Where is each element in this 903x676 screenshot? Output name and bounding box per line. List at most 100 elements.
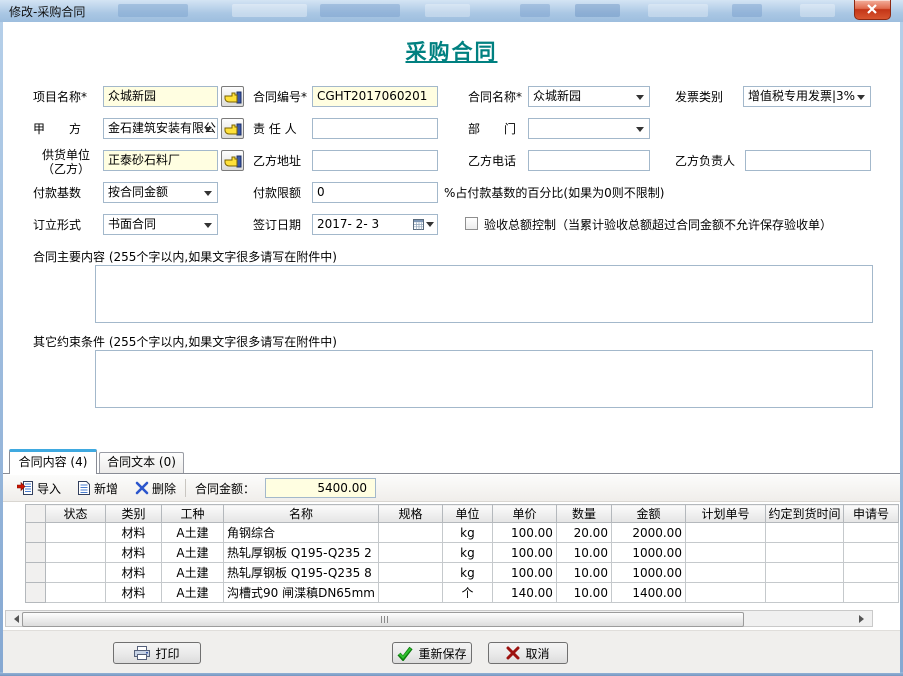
cell[interactable]: 1000.00 (611, 543, 685, 563)
table-row[interactable]: 材料A土建沟槽式90 闸渫稹DN65mm 个140.0010.001400.00 (26, 583, 899, 603)
cell[interactable] (843, 563, 898, 583)
cell[interactable]: A土建 (162, 543, 224, 563)
party-a-picker-button[interactable] (221, 118, 244, 139)
cell[interactable] (685, 563, 765, 583)
partyb-address-input[interactable] (312, 150, 438, 171)
print-button[interactable]: 打印 (113, 642, 201, 664)
cell[interactable]: kg (442, 563, 492, 583)
table-row[interactable]: 材料A土建热轧厚钢板 Q195-Q235 8 kg100.0010.001000.… (26, 563, 899, 583)
cell[interactable]: 100.00 (492, 523, 556, 543)
invoice-type-select[interactable]: 增值税专用发票|3% (743, 86, 871, 107)
acceptance-checkbox[interactable] (465, 217, 478, 230)
save-button[interactable]: 重新保存 (392, 642, 472, 664)
cell[interactable]: 沟槽式90 闸渫稹DN65mm (224, 583, 379, 603)
cell[interactable]: A土建 (162, 563, 224, 583)
party-a-select[interactable]: 金石建筑安装有限公 (103, 118, 218, 139)
cell[interactable] (843, 543, 898, 563)
titlebar[interactable]: 修改-采购合同 (0, 0, 903, 23)
cell[interactable]: 角钢综合 (224, 523, 379, 543)
cell[interactable]: 1000.00 (611, 563, 685, 583)
column-header[interactable]: 申请号 (843, 505, 898, 523)
close-button[interactable] (854, 0, 891, 20)
partyb-phone-input[interactable] (528, 150, 650, 171)
contract-name-select[interactable]: 众城新园 (528, 86, 650, 107)
project-name-input[interactable]: 众城新园 (103, 86, 218, 107)
pay-limit-input[interactable]: 0 (312, 182, 438, 203)
column-header[interactable]: 金额 (611, 505, 685, 523)
cell[interactable] (46, 523, 106, 543)
scroll-thumb[interactable] (22, 612, 744, 627)
cell[interactable]: A土建 (162, 583, 224, 603)
cell[interactable] (765, 523, 843, 543)
row-indicator[interactable] (26, 583, 46, 603)
cell[interactable] (378, 583, 442, 603)
responsible-input[interactable] (312, 118, 438, 139)
cell[interactable]: 10.00 (556, 583, 611, 603)
cell[interactable]: 10.00 (556, 543, 611, 563)
cell[interactable]: 10.00 (556, 563, 611, 583)
cell[interactable] (378, 543, 442, 563)
cell[interactable]: kg (442, 543, 492, 563)
main-content-textarea[interactable] (95, 265, 873, 323)
column-header[interactable]: 单位 (442, 505, 492, 523)
add-button[interactable]: 新增 (73, 478, 122, 498)
pay-base-select[interactable]: 按合同金额 (103, 182, 218, 203)
cell[interactable]: 2000.00 (611, 523, 685, 543)
cell[interactable] (685, 543, 765, 563)
cell[interactable]: 材料 (106, 583, 162, 603)
column-header[interactable]: 计划单号 (685, 505, 765, 523)
cell[interactable]: kg (442, 523, 492, 543)
cell[interactable]: 20.00 (556, 523, 611, 543)
cell[interactable] (765, 563, 843, 583)
row-indicator[interactable] (26, 523, 46, 543)
delete-button[interactable]: 删除 (131, 478, 180, 498)
cell[interactable] (46, 563, 106, 583)
sign-date-input[interactable]: 2017- 2- 3 (312, 214, 438, 235)
supplier-picker-button[interactable] (221, 150, 244, 171)
cell[interactable] (378, 523, 442, 543)
cell[interactable] (46, 543, 106, 563)
cell[interactable]: 热轧厚钢板 Q195-Q235 2 (224, 543, 379, 563)
cell[interactable] (765, 543, 843, 563)
tab-contract-content[interactable]: 合同内容 (4) (9, 449, 97, 474)
table-row[interactable]: 材料A土建热轧厚钢板 Q195-Q235 2kg100.0010.001000.… (26, 543, 899, 563)
amount-input[interactable]: 5400.00 (265, 478, 376, 498)
cell[interactable]: 个 (442, 583, 492, 603)
contract-no-input[interactable]: CGHT2017060201 (312, 86, 438, 107)
cell[interactable]: 100.00 (492, 543, 556, 563)
cell[interactable] (685, 523, 765, 543)
column-header[interactable]: 工种 (162, 505, 224, 523)
cell[interactable] (843, 583, 898, 603)
partyb-manager-input[interactable] (745, 150, 871, 171)
cell[interactable]: 140.00 (492, 583, 556, 603)
cell[interactable] (46, 583, 106, 603)
cell[interactable]: 材料 (106, 563, 162, 583)
cell[interactable]: A土建 (162, 523, 224, 543)
cell[interactable]: 100.00 (492, 563, 556, 583)
cell[interactable]: 1400.00 (611, 583, 685, 603)
dept-select[interactable] (528, 118, 650, 139)
cell[interactable]: 热轧厚钢板 Q195-Q235 8 (224, 563, 379, 583)
column-header[interactable]: 类别 (106, 505, 162, 523)
table-row[interactable]: 材料A土建角钢综合 kg100.0020.002000.00 (26, 523, 899, 543)
column-header[interactable]: 规格 (378, 505, 442, 523)
form-type-select[interactable]: 书面合同 (103, 214, 218, 235)
cell[interactable] (765, 583, 843, 603)
row-indicator[interactable] (26, 563, 46, 583)
cancel-button[interactable]: 取消 (488, 642, 568, 664)
column-header[interactable]: 状态 (46, 505, 106, 523)
project-picker-button[interactable] (221, 86, 244, 107)
scroll-left-button[interactable] (6, 611, 21, 626)
column-header[interactable]: 单价 (492, 505, 556, 523)
cell[interactable] (378, 563, 442, 583)
h-scrollbar[interactable] (5, 610, 873, 627)
column-header[interactable]: 数量 (556, 505, 611, 523)
column-header[interactable]: 名称 (224, 505, 379, 523)
column-header[interactable]: 约定到货时间 (765, 505, 843, 523)
cell[interactable] (685, 583, 765, 603)
cell[interactable]: 材料 (106, 523, 162, 543)
cell[interactable] (843, 523, 898, 543)
other-terms-textarea[interactable] (95, 350, 873, 408)
calendar-button[interactable] (412, 216, 436, 233)
tab-contract-text[interactable]: 合同文本 (0) (99, 452, 184, 474)
